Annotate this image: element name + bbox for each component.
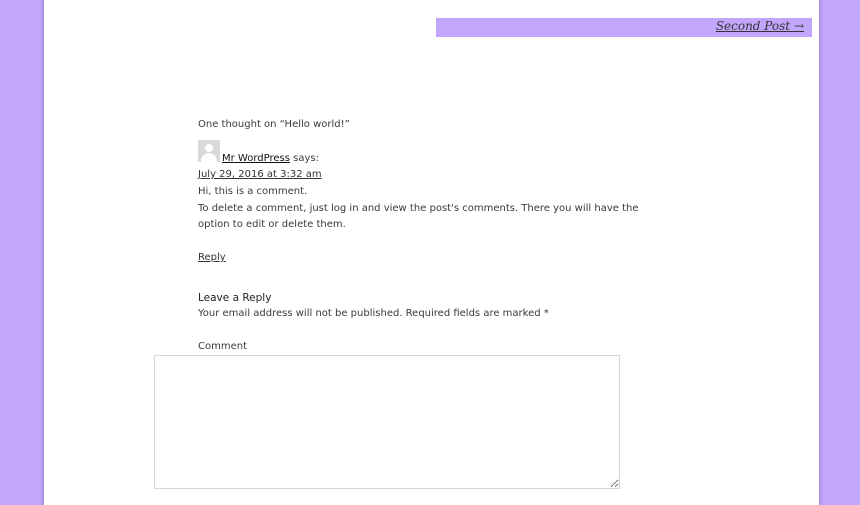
comment-notes: Your email address will not be published… bbox=[198, 308, 549, 319]
comment-date-link[interactable]: July 29, 2016 at 3:32 am bbox=[198, 167, 322, 184]
avatar-head-shape bbox=[205, 144, 213, 152]
comment-says: says: bbox=[293, 153, 319, 164]
comment-textarea[interactable] bbox=[154, 355, 620, 489]
comment-field-label: Comment bbox=[198, 341, 247, 352]
comments-title: One thought on “Hello world!” bbox=[198, 119, 350, 130]
reply-link[interactable]: Reply bbox=[198, 250, 226, 267]
right-arrow-icon: → bbox=[793, 19, 804, 33]
default-avatar-icon bbox=[198, 140, 220, 162]
next-post-link[interactable]: Second Post → bbox=[716, 19, 804, 33]
comment-text-line: To delete a comment, just log in and vie… bbox=[198, 202, 639, 231]
next-post-label: Second Post bbox=[715, 19, 791, 33]
avatar-shoulders-shape bbox=[201, 153, 217, 162]
comment-author-link[interactable]: Mr WordPress bbox=[222, 153, 290, 164]
leave-reply-title: Leave a Reply bbox=[198, 292, 272, 304]
comment-author-line: Mr WordPress says: bbox=[222, 151, 319, 168]
comment-body: Hi, this is a comment. To delete a comme… bbox=[198, 184, 668, 234]
comment-text-line: Hi, this is a comment. bbox=[198, 186, 308, 197]
post-navigation: Second Post → bbox=[436, 18, 812, 37]
